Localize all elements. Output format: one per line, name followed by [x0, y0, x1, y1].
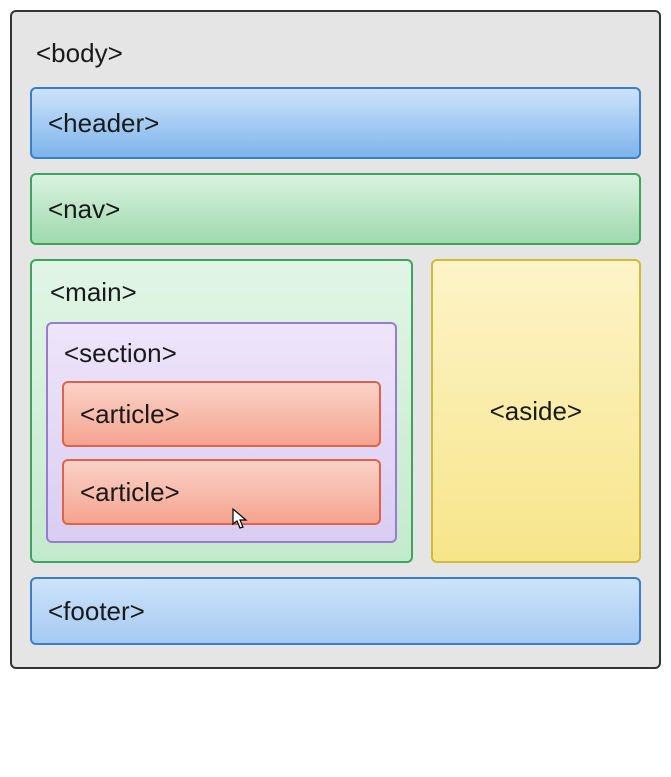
aside-label: <aside>	[490, 396, 583, 427]
article-box-2: <article>	[62, 459, 381, 525]
header-box: <header>	[30, 87, 641, 159]
nav-label: <nav>	[48, 194, 120, 225]
aside-box: <aside>	[431, 259, 641, 563]
header-label: <header>	[48, 108, 159, 139]
article-box-1: <article>	[62, 381, 381, 447]
section-label: <section>	[62, 336, 381, 371]
main-box: <main> <section> <article> <article>	[30, 259, 413, 563]
footer-label: <footer>	[48, 596, 145, 627]
article-label-2: <article>	[80, 477, 180, 508]
main-aside-row: <main> <section> <article> <article> <as…	[30, 259, 641, 563]
article-label-1: <article>	[80, 399, 180, 430]
nav-box: <nav>	[30, 173, 641, 245]
footer-box: <footer>	[30, 577, 641, 645]
section-box: <section> <article> <article>	[46, 322, 397, 543]
body-label: <body>	[30, 30, 641, 69]
body-box: <body> <header> <nav> <main> <section> <…	[10, 10, 661, 669]
main-label: <main>	[46, 275, 397, 310]
